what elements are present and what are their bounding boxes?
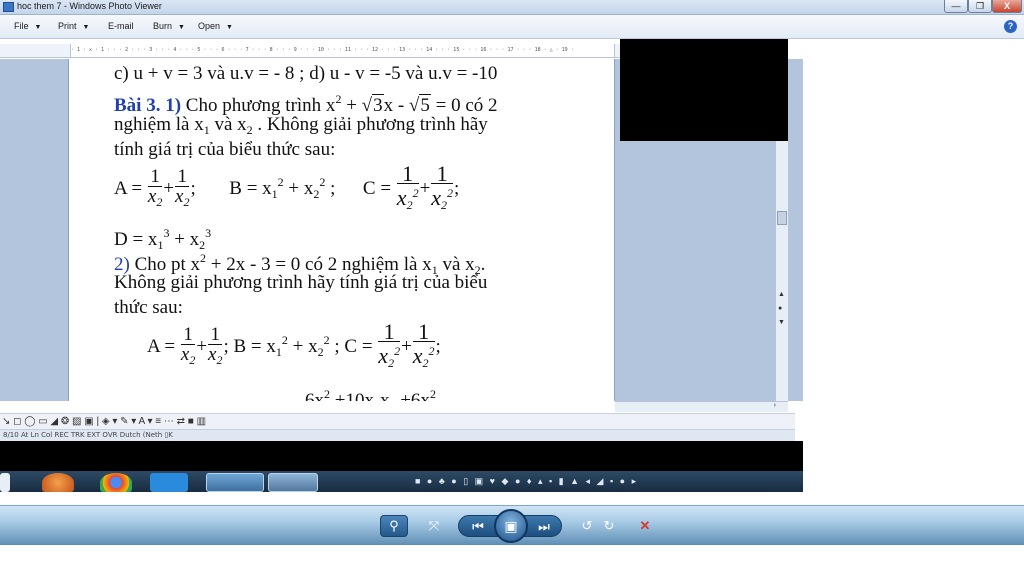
menu-bar: File ▼ Print ▼ E-mail Burn ▼ Open ▼ ? [0,15,1024,39]
slideshow-button[interactable]: ▣ [494,509,528,543]
text-line-bai3: Bài 3. 1) Cho phương trình x2 + √3x - √5… [114,92,498,116]
text-line-nghiem: nghiệm là x1 và x2 . Không giải phương t… [114,114,488,137]
document-page: c) u + v = 3 và u.v = - 8 ; d) u - v = -… [68,59,615,401]
magnifier-icon: ⚲ [389,518,399,533]
scroll-down-icon[interactable]: ▼ [778,319,785,326]
text-line-thuc: thức sau: [114,297,183,318]
word-status-bar: 8/10 At Ln Col REC TRK EXT OVR Dutch (Ne… [0,429,795,441]
next-button[interactable]: ⏭ [533,516,555,538]
fraction: 1 x22 [431,161,454,213]
chevron-down-icon: ▼ [82,24,90,31]
next-icon: ⏭ [538,519,550,534]
menu-open[interactable]: Open ▼ [198,21,233,31]
photo-viewer-icon [3,2,14,12]
viewer-controls: ⚲ ⤧ ⏮ ⏭ ▣ ↺ ↻ ✕ [0,505,1024,545]
start-edge-icon [0,473,10,492]
text-line-c-d: c) u + v = 3 và u.v = - 8 ; d) u - v = -… [114,63,498,84]
photo-viewer-window: hoc them 7 - Windows Photo Viewer — ❐ X … [0,0,1024,576]
close-button[interactable]: X [992,0,1022,13]
actual-size-button[interactable]: ⤧ [424,515,444,537]
actual-size-icon: ⤧ [428,518,440,533]
paint-icon [268,473,318,492]
menu-burn[interactable]: Burn ▼ [153,21,185,31]
scroll-circle-icon[interactable]: ● [778,305,782,312]
help-icon[interactable]: ? [1004,20,1017,33]
black-overlay-box [620,39,788,141]
zoom-icon [150,473,188,492]
fraction: 1 x22 [378,319,401,371]
fraction: 1 x2 [175,166,190,210]
minimize-button[interactable]: — [944,0,968,13]
cut-off-formula: 6x2 +10x1x2 +6x2 [305,387,436,401]
firefox-icon [42,473,74,492]
rotate-right-button[interactable]: ↻ [600,515,618,537]
chevron-down-icon: ▼ [226,24,233,31]
fraction: 1 x2 [208,324,223,368]
window-title: hoc them 7 - Windows Photo Viewer [17,1,162,11]
previous-icon: ⏮ [472,519,484,534]
chevron-down-icon: ▼ [178,24,185,31]
text-line-tinh: tính giá trị của biểu thức sau: [114,139,336,160]
vertical-scrollbar[interactable]: ▲ ● ▼ [775,141,788,401]
slideshow-icon: ▣ [504,518,518,534]
black-strip [0,441,803,471]
menu-email[interactable]: E-mail [108,21,134,31]
delete-icon: ✕ [639,518,651,533]
bai3-label: Bài 3. 1) [114,95,182,116]
rotate-left-icon: ↺ [581,518,593,533]
zoom-button[interactable]: ⚲ [380,515,408,537]
maximize-button[interactable]: ❐ [968,0,992,13]
photo-viewer-task-icon [206,473,264,492]
menu-file[interactable]: File ▼ [14,21,41,31]
title-bar: hoc them 7 - Windows Photo Viewer — ❐ X [0,0,1024,15]
delete-button[interactable]: ✕ [636,515,654,537]
scrollbar-thumb[interactable] [777,211,787,225]
displayed-screenshot: · 1 · ✕ · 1 · · · 2 · · · 3 · · · 4 · · … [0,39,803,492]
bottom-margin [0,545,1024,576]
rotate-right-icon: ↻ [603,518,615,533]
text-line-khong-giai: Không giải phương trình hãy tính giá trị… [114,272,488,293]
previous-button[interactable]: ⏮ [467,516,489,538]
word-ruler: · 1 · ✕ · 1 · · · 2 · · · 3 · · · 4 · · … [0,44,620,58]
drawing-toolbar: ↘ ◻ ◯ ▭ ◢ ❂ ▨ ▣ | ◈ ▾ ✎ ▾ A ▾ ≡ ⋯ ⇄ ■ ▥ [0,413,795,429]
ruler-ticks: · 1 · ✕ · 1 · · · 2 · · · 3 · · · 4 · · … [70,44,615,57]
rotate-left-button[interactable]: ↺ [578,515,596,537]
chrome-icon [100,473,132,492]
fraction: 1 x22 [396,161,419,213]
horizontal-scrollbar[interactable]: › [615,401,788,412]
formula-row-1: A = 1 x2 +1 x2; B = x12 + x22 ; C = 1 x22 +1 x… [114,163,459,215]
formula-row-2: A = 1 x2 +1 x2; B = x12 + x22 ; C = 1 x22 +1 x… [147,321,441,373]
scroll-right-icon[interactable]: › [774,402,776,409]
menu-print[interactable]: Print ▼ [58,21,89,31]
captured-taskbar: ■ ● ♣ ● ▯ ▣ ♥ ◆ ● ♦ ▴ ▪ ▮ ▲ ◂ ◢ ▪ ● ▸ [0,471,803,492]
fraction: 1 x2 [147,166,163,210]
fraction: 1 x22 [412,319,435,371]
image-viewport: · 1 · ✕ · 1 · · · 2 · · · 3 · · · 4 · · … [0,39,1024,505]
system-tray-icons: ■ ● ♣ ● ▯ ▣ ♥ ◆ ● ♦ ▴ ▪ ▮ ▲ ◂ ◢ ▪ ● ▸ [415,476,639,486]
fraction: 1 x2 [180,324,196,368]
chevron-down-icon: ▼ [34,24,42,31]
scroll-up-icon[interactable]: ▲ [778,291,785,298]
